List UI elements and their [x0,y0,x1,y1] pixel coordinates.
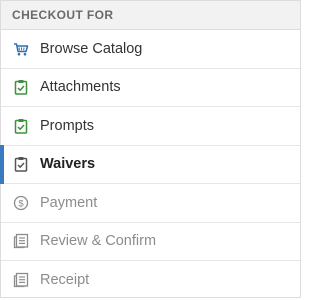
clipboard-check-icon [13,118,29,134]
cart-icon [13,41,29,57]
checkout-steps-panel: CHECKOUT FOR Browse Catalog [0,0,301,298]
step-receipt[interactable]: Receipt [1,261,300,300]
step-review-confirm[interactable]: Review & Confirm [1,223,300,262]
step-label: Prompts [40,118,94,134]
dollar-circle-icon: $ [13,195,29,211]
clipboard-check-icon [13,156,29,172]
step-prompts[interactable]: Prompts [1,107,300,146]
step-label: Review & Confirm [40,233,156,249]
clipboard-check-icon [13,79,29,95]
step-label: Attachments [40,79,121,95]
svg-text:$: $ [18,198,24,209]
step-label: Payment [40,195,97,211]
step-payment[interactable]: $ Payment [1,184,300,223]
step-waivers[interactable]: Waivers [1,146,300,185]
step-label: Receipt [40,272,89,288]
panel-header: CHECKOUT FOR [1,1,300,30]
document-icon [13,272,29,288]
checkout-steps-list: Browse Catalog Attachments Prompts [1,30,300,300]
step-label: Waivers [40,156,95,172]
step-browse-catalog[interactable]: Browse Catalog [1,30,300,69]
document-icon [13,233,29,249]
step-attachments[interactable]: Attachments [1,69,300,108]
step-label: Browse Catalog [40,41,142,57]
